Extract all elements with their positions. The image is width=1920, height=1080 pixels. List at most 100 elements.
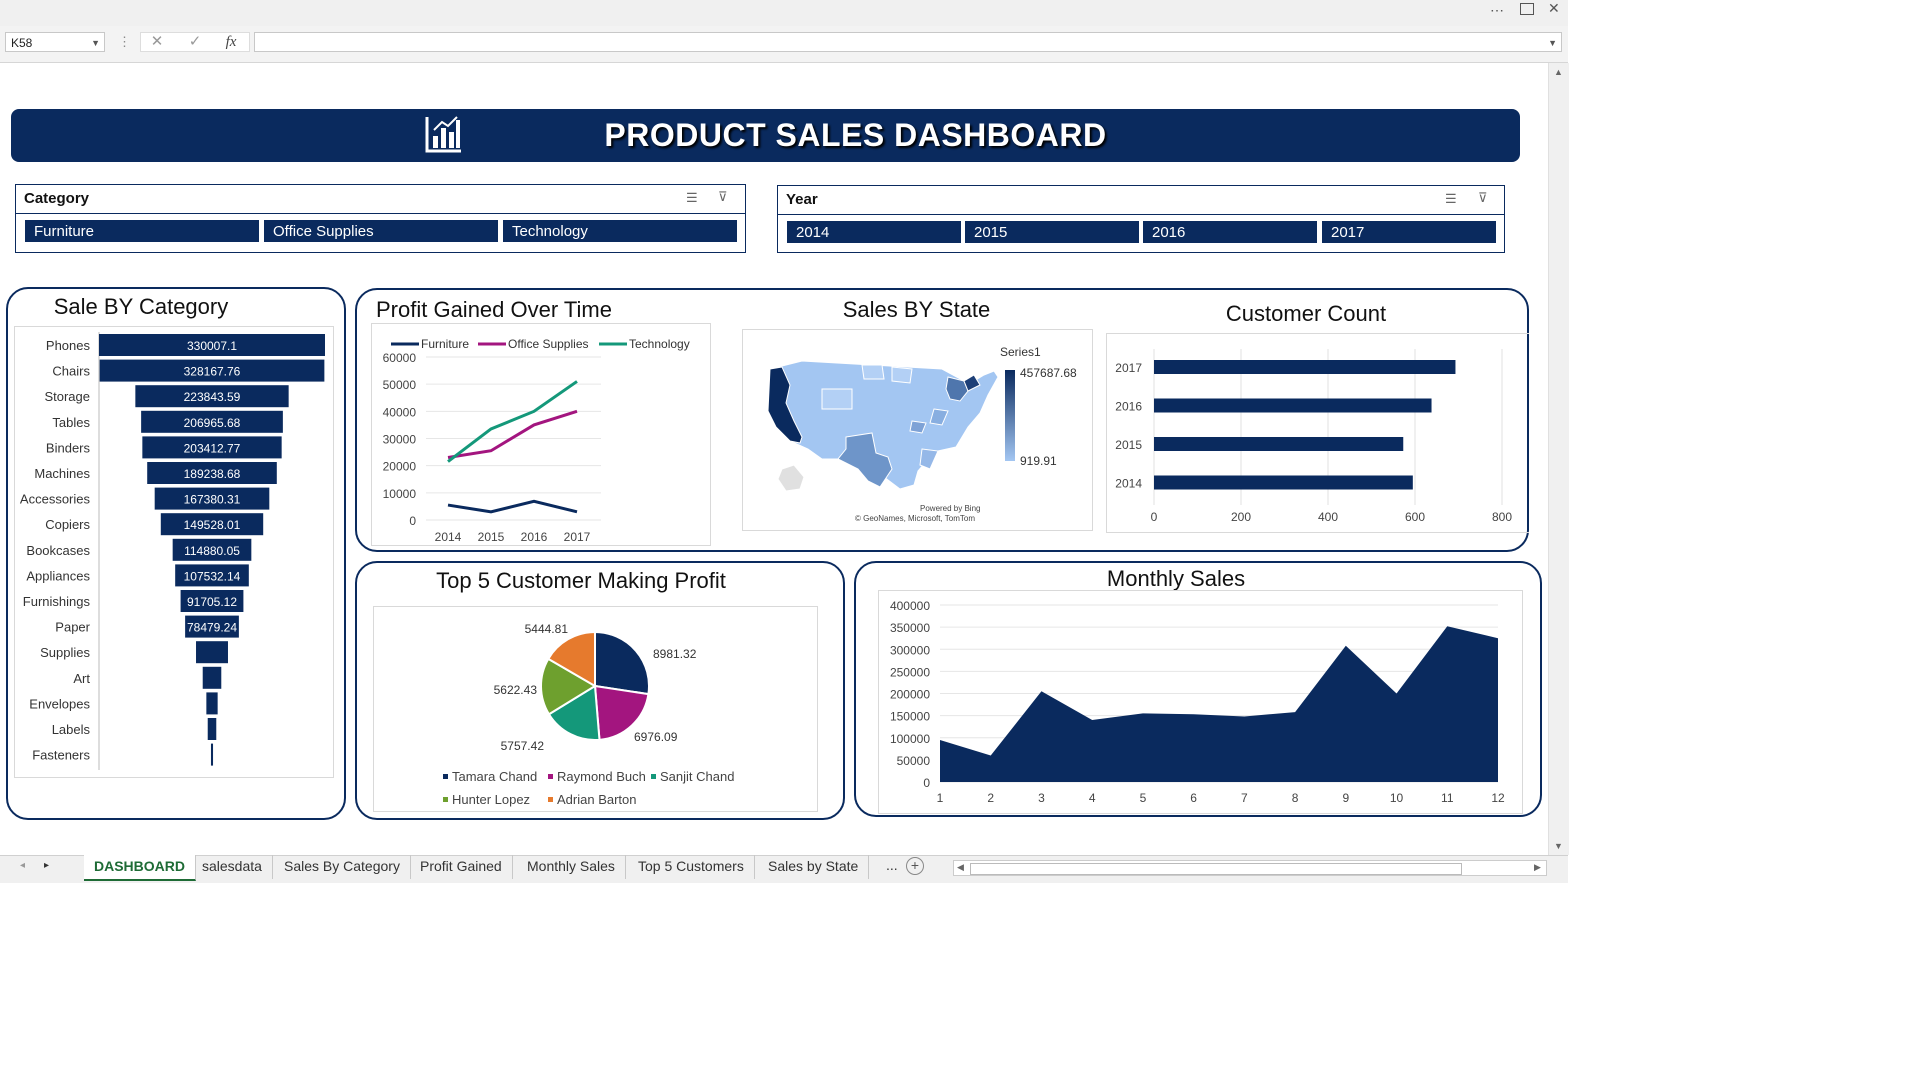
category-label: Appliances xyxy=(26,568,90,583)
tab-top-5-customers[interactable]: Top 5 Customers xyxy=(628,855,755,879)
clear-filter-icon[interactable]: ⊽ xyxy=(1478,190,1488,206)
x-tick-label: 4 xyxy=(1089,791,1096,805)
bar xyxy=(1154,398,1432,413)
customer-count-title: Customer Count xyxy=(1225,301,1387,326)
bar xyxy=(210,743,214,766)
us-map xyxy=(767,360,999,492)
tab-dashboard[interactable]: DASHBOARD xyxy=(84,855,196,881)
category-label: Machines xyxy=(34,466,90,481)
x-tick-label: 0 xyxy=(1151,510,1158,524)
data-label: 5757.42 xyxy=(501,739,545,753)
vertical-scrollbar[interactable]: ▲ ▼ xyxy=(1548,63,1569,855)
legend-label: Raymond Buch xyxy=(557,769,646,784)
x-tick-label: 1 xyxy=(937,791,944,805)
map-credit-bing: Powered by Bing xyxy=(920,504,981,513)
sale-by-category-title: Sale BY Category xyxy=(53,294,229,319)
scroll-track[interactable] xyxy=(1553,71,1564,831)
x-tick-label: 600 xyxy=(1405,510,1425,524)
tab-profit-gained[interactable]: Profit Gained xyxy=(410,855,513,879)
y-tick-label: 40000 xyxy=(383,405,417,419)
scroll-right-icon[interactable]: ▶ xyxy=(1534,862,1541,873)
category-label: Furnishings xyxy=(23,594,91,609)
scroll-thumb[interactable] xyxy=(970,863,1462,875)
profit-over-time-chart: 60000 50000 40000 30000 20000 10000 0 2014 2015 2… xyxy=(383,337,690,544)
y-tick-label: 300000 xyxy=(890,643,930,657)
name-box[interactable]: K58 ▼ xyxy=(5,32,105,52)
insert-function-icon[interactable]: fx xyxy=(220,32,242,52)
x-tick-label: 12 xyxy=(1491,791,1505,805)
y-tick-label: 2017 xyxy=(1115,361,1142,375)
map-legend-gradient xyxy=(1005,370,1015,461)
y-tick-label: 0 xyxy=(409,514,416,528)
category-label: Binders xyxy=(46,440,91,455)
more-options-icon[interactable]: ⋯ xyxy=(1490,2,1504,19)
tab-sales-by-state[interactable]: Sales by State xyxy=(758,855,870,879)
y-tick-label: 10000 xyxy=(383,487,417,501)
enter-icon[interactable]: ✓ xyxy=(184,32,206,52)
slicer-item-2016[interactable]: 2016 xyxy=(1142,220,1318,244)
bar xyxy=(1154,360,1456,374)
category-label: Tables xyxy=(52,415,90,430)
scroll-tabs-right-icon[interactable]: ▸ xyxy=(44,860,49,871)
multi-select-icon[interactable]: ☰ xyxy=(1445,191,1457,207)
slicer-item-technology[interactable]: Technology xyxy=(502,219,738,243)
cancel-icon[interactable]: ✕ xyxy=(146,32,168,52)
top5-customers-chart: 8981.32 6976.09 5757.42 5622.43 5444.81 Tamar… xyxy=(443,622,734,807)
category-label: Phones xyxy=(46,338,91,353)
category-label: Supplies xyxy=(40,645,90,660)
tab-sales-by-category[interactable]: Sales By Category xyxy=(274,855,411,879)
bar xyxy=(1154,475,1413,490)
year-slicer: Year ☰ ⊽ 2014 2015 2016 2017 xyxy=(777,185,1505,253)
data-label: 114880.05 xyxy=(184,544,240,558)
y-tick-label: 200000 xyxy=(890,688,930,702)
category-label: Envelopes xyxy=(29,696,90,711)
slicer-item-office-supplies[interactable]: Office Supplies xyxy=(263,219,499,243)
slicer-item-2015[interactable]: 2015 xyxy=(964,220,1140,244)
legend-swatch xyxy=(548,774,553,779)
scroll-tabs-left-icon[interactable]: ◂ xyxy=(20,860,25,871)
multi-select-icon[interactable]: ☰ xyxy=(686,190,698,206)
y-tick-label: 50000 xyxy=(897,754,931,768)
data-label: 330007.1 xyxy=(187,339,237,353)
slicer-item-2014[interactable]: 2014 xyxy=(786,220,962,244)
tab-salesdata[interactable]: salesdata xyxy=(192,855,273,879)
scroll-left-icon[interactable]: ◀ xyxy=(957,862,964,873)
x-tick-label: 400 xyxy=(1318,510,1338,524)
legend-swatch xyxy=(548,797,553,802)
category-slicer: Category ☰ ⊽ Furniture Office Supplies T… xyxy=(15,184,746,253)
legend-label: Hunter Lopez xyxy=(452,792,530,807)
data-label: 203412.77 xyxy=(184,441,241,455)
top5-customers-title: Top 5 Customer Making Profit xyxy=(436,568,726,593)
y-tick-label: 350000 xyxy=(890,621,930,635)
restore-icon[interactable] xyxy=(1520,3,1534,15)
close-icon[interactable]: ✕ xyxy=(1548,0,1560,17)
x-tick-label: 3 xyxy=(1038,791,1045,805)
formula-input[interactable]: ▼ xyxy=(254,32,1562,52)
y-tick-label: 2015 xyxy=(1115,438,1142,452)
bar xyxy=(1154,437,1404,451)
data-label: 189238.68 xyxy=(184,467,241,481)
expand-formula-icon[interactable]: ▼ xyxy=(1548,33,1557,53)
chevron-down-icon[interactable]: ▼ xyxy=(91,33,100,53)
y-tick-label: 50000 xyxy=(383,378,417,392)
dashboard-banner: PRODUCT SALES DASHBOARD xyxy=(11,109,1520,162)
category-label: Copiers xyxy=(45,517,90,532)
data-label: 6976.09 xyxy=(634,730,678,744)
x-tick-label: 2015 xyxy=(478,530,505,544)
add-sheet-icon[interactable]: + xyxy=(906,857,924,875)
bar xyxy=(207,718,217,740)
horizontal-scrollbar[interactable]: ◀ ▶ xyxy=(953,860,1547,876)
y-tick-label: 2016 xyxy=(1115,400,1142,414)
y-tick-label: 20000 xyxy=(383,460,417,474)
scroll-down-icon[interactable]: ▼ xyxy=(1554,841,1563,851)
map-legend-max: 457687.68 xyxy=(1020,366,1077,380)
legend-label: Sanjit Chand xyxy=(660,769,734,784)
clear-filter-icon[interactable]: ⊽ xyxy=(718,189,728,205)
page-title: PRODUCT SALES DASHBOARD xyxy=(604,117,1107,153)
slicer-item-2017[interactable]: 2017 xyxy=(1321,220,1497,244)
slicer-item-furniture[interactable]: Furniture xyxy=(24,219,260,243)
tab-monthly-sales[interactable]: Monthly Sales xyxy=(517,855,626,879)
more-tabs-button[interactable]: ... xyxy=(886,857,898,873)
x-tick-label: 2 xyxy=(987,791,994,805)
name-box-value: K58 xyxy=(11,36,33,50)
